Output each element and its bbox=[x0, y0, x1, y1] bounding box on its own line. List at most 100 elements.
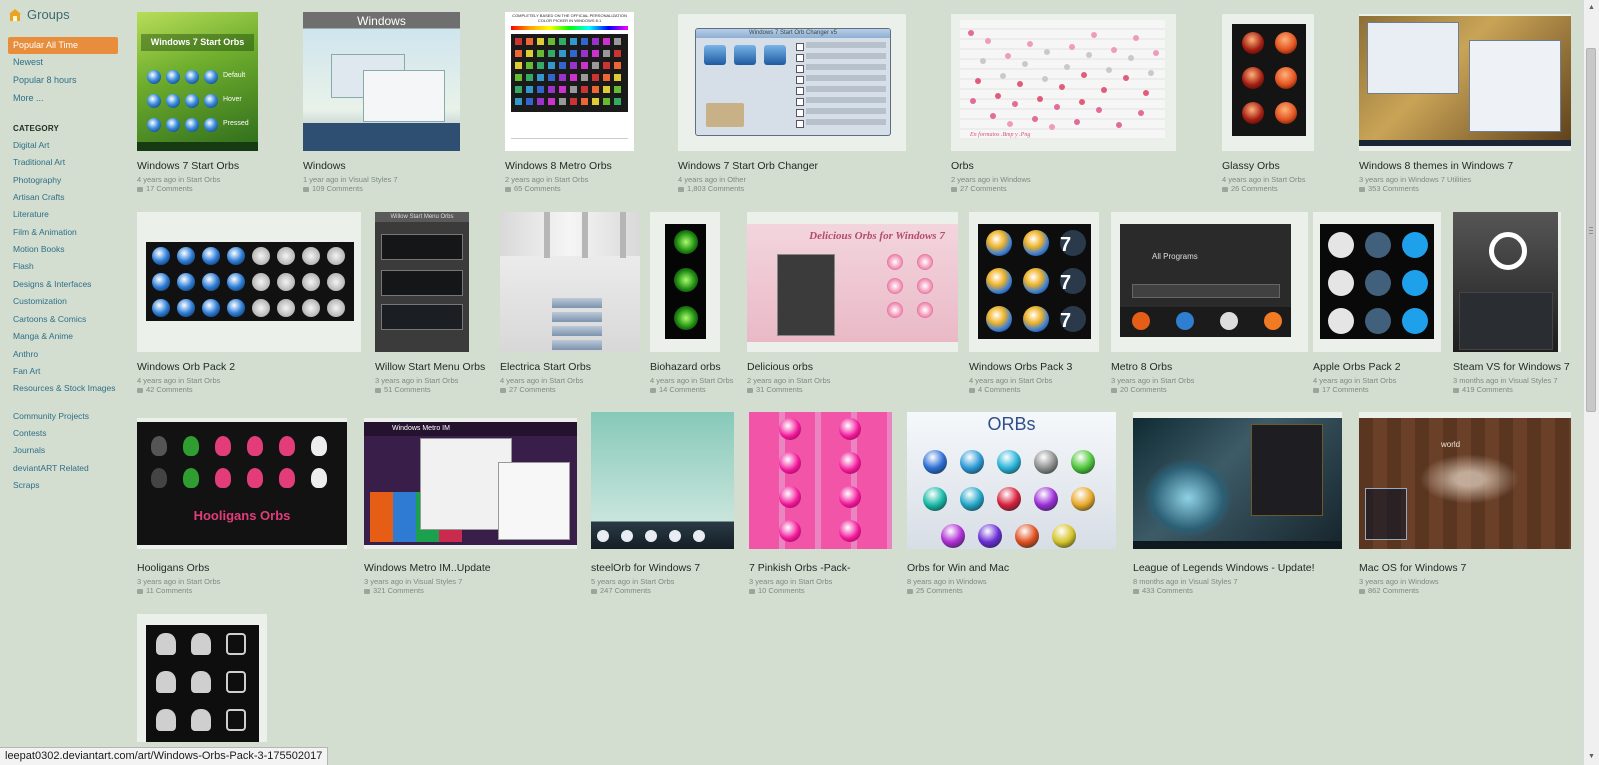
category-item[interactable]: Traditional Art bbox=[13, 157, 118, 167]
comment-count[interactable]: 14 Comments bbox=[650, 385, 706, 394]
category-item[interactable]: Digital Art bbox=[13, 140, 118, 150]
comment-count[interactable]: 10 Comments bbox=[749, 586, 805, 595]
comment-count[interactable]: 26 Comments bbox=[1222, 184, 1278, 193]
comment-count[interactable]: 31 Comments bbox=[747, 385, 803, 394]
comment-count[interactable]: 433 Comments bbox=[1133, 586, 1193, 595]
comment-count[interactable]: 25 Comments bbox=[907, 586, 963, 595]
thumbnail-image[interactable]: ORBs bbox=[907, 412, 1116, 549]
category-item[interactable]: Resources & Stock Images bbox=[13, 383, 118, 393]
category-item[interactable]: Photography bbox=[13, 175, 118, 185]
comment-count[interactable]: 1,803 Comments bbox=[678, 184, 744, 193]
category-item[interactable]: Manga & Anime bbox=[13, 331, 118, 341]
thumbnail-image[interactable]: En formatos .Bmp y .Png bbox=[960, 20, 1165, 140]
comment-count[interactable]: 353 Comments bbox=[1359, 184, 1419, 193]
item-title[interactable]: Apple Orbs Pack 2 bbox=[1313, 361, 1401, 373]
thumbnail-image[interactable]: COMPLETELY BASED ON THE OFFICIAL PERSONA… bbox=[505, 12, 634, 151]
category-item[interactable]: Designs & Interfaces bbox=[13, 279, 118, 289]
thumbnail-image[interactable] bbox=[1453, 212, 1558, 352]
thumbnail-image[interactable] bbox=[146, 242, 354, 321]
category-item[interactable]: Scraps bbox=[13, 480, 118, 490]
item-title[interactable]: steelOrb for Windows 7 bbox=[591, 562, 700, 574]
category-item[interactable]: Contests bbox=[13, 428, 118, 438]
category-item[interactable]: Fan Art bbox=[13, 366, 118, 376]
item-title[interactable]: Windows Orb Pack 2 bbox=[137, 361, 235, 373]
thumbnail-image[interactable]: All Programs bbox=[1120, 224, 1291, 337]
comment-count[interactable]: 11 Comments bbox=[137, 586, 192, 595]
comment-count[interactable]: 27 Comments bbox=[951, 184, 1007, 193]
comment-count[interactable]: 17 Comments bbox=[1313, 385, 1369, 394]
thumbnail-image[interactable]: Windows bbox=[303, 12, 460, 151]
thumbnail-image[interactable]: Delicious Orbs for Windows 7 bbox=[747, 224, 958, 342]
comment-count[interactable]: 65 Comments bbox=[505, 184, 561, 193]
item-title[interactable]: Windows 7 Start Orb Changer bbox=[678, 160, 818, 172]
category-item[interactable]: Customization bbox=[13, 296, 118, 306]
item-title[interactable]: League of Legends Windows - Update! bbox=[1133, 562, 1315, 574]
comment-count[interactable]: 17 Comments bbox=[137, 184, 193, 193]
thumbnail-image[interactable]: world bbox=[1359, 418, 1571, 549]
nav-more[interactable]: More ... bbox=[8, 90, 118, 107]
thumbnail-image[interactable]: Windows 7 Start Orbs Default Hover Pressed bbox=[137, 12, 258, 151]
thumbnail-image[interactable] bbox=[665, 224, 706, 339]
thumbnail-image[interactable] bbox=[500, 212, 640, 352]
thumbnail-image[interactable]: Willow Start Menu Orbs bbox=[375, 212, 469, 352]
item-title[interactable]: Willow Start Menu Orbs bbox=[375, 361, 485, 373]
item-meta: 4 years ago in Start Orbs bbox=[1313, 376, 1397, 385]
comment-count[interactable]: 321 Comments bbox=[364, 586, 424, 595]
thumbnail-image[interactable] bbox=[1133, 418, 1342, 549]
thumbnail-image[interactable] bbox=[146, 625, 259, 742]
item-title[interactable]: Glassy Orbs bbox=[1222, 160, 1280, 172]
category-item[interactable]: Journals bbox=[13, 445, 118, 455]
nav-popular-all-time[interactable]: Popular All Time bbox=[8, 37, 118, 54]
category-item[interactable]: deviantART Related bbox=[13, 463, 118, 473]
thumbnail-image[interactable] bbox=[1320, 224, 1434, 339]
item-title[interactable]: Electrica Start Orbs bbox=[500, 361, 591, 373]
item-title[interactable]: Windows 8 themes in Windows 7 bbox=[1359, 160, 1513, 172]
comment-count[interactable]: 419 Comments bbox=[1453, 385, 1513, 394]
category-item[interactable]: Cartoons & Comics bbox=[13, 314, 118, 324]
item-title[interactable]: Steam VS for Windows 7 bbox=[1453, 361, 1570, 373]
comment-count[interactable]: 27 Comments bbox=[500, 385, 556, 394]
item-title[interactable]: Delicious orbs bbox=[747, 361, 813, 373]
item-title[interactable]: Mac OS for Windows 7 bbox=[1359, 562, 1466, 574]
scroll-up-arrow-icon[interactable]: ▲ bbox=[1584, 0, 1599, 16]
thumbnail-image[interactable] bbox=[749, 412, 892, 549]
thumbnail-image[interactable] bbox=[591, 412, 734, 549]
category-item[interactable]: Flash bbox=[13, 261, 118, 271]
category-item[interactable]: Anthro bbox=[13, 349, 118, 359]
nav-newest[interactable]: Newest bbox=[8, 54, 118, 71]
thumbnail-image[interactable]: Windows 7 Start Orb Changer v5 bbox=[695, 28, 891, 136]
comment-count[interactable]: 42 Comments bbox=[137, 385, 193, 394]
nav-popular-8-hours[interactable]: Popular 8 hours bbox=[8, 72, 118, 89]
item-title[interactable]: 7 Pinkish Orbs -Pack- bbox=[749, 562, 851, 574]
thumbnail-image[interactable] bbox=[1232, 24, 1306, 136]
vertical-scrollbar[interactable]: ▲ ▼ bbox=[1583, 0, 1599, 765]
thumbnail-image[interactable]: Hooligans Orbs bbox=[137, 422, 347, 545]
item-title[interactable]: Windows 8 Metro Orbs bbox=[505, 160, 612, 172]
category-item[interactable]: Artisan Crafts bbox=[13, 192, 118, 202]
item-title[interactable]: Orbs for Win and Mac bbox=[907, 562, 1009, 574]
category-item[interactable]: Community Projects bbox=[13, 411, 118, 421]
scroll-down-arrow-icon[interactable]: ▼ bbox=[1584, 749, 1599, 765]
comment-count[interactable]: 247 Comments bbox=[591, 586, 651, 595]
category-item[interactable]: Motion Books bbox=[13, 244, 118, 254]
category-item[interactable]: Film & Animation bbox=[13, 227, 118, 237]
groups-header[interactable]: Groups bbox=[8, 7, 70, 22]
item-title[interactable]: Orbs bbox=[951, 160, 974, 172]
comment-count[interactable]: 20 Comments bbox=[1111, 385, 1167, 394]
comment-count[interactable]: 4 Comments bbox=[969, 385, 1021, 394]
scroll-thumb[interactable] bbox=[1586, 48, 1596, 412]
comment-count[interactable]: 862 Comments bbox=[1359, 586, 1419, 595]
thumbnail-image[interactable]: 777 bbox=[978, 224, 1091, 339]
item-title[interactable]: Windows bbox=[303, 160, 346, 172]
category-item[interactable]: Literature bbox=[13, 209, 118, 219]
item-title[interactable]: Windows Orbs Pack 3 bbox=[969, 361, 1072, 373]
item-title[interactable]: Metro 8 Orbs bbox=[1111, 361, 1172, 373]
comment-count[interactable]: 109 Comments bbox=[303, 184, 363, 193]
item-title[interactable]: Windows 7 Start Orbs bbox=[137, 160, 239, 172]
thumbnail-image[interactable]: Windows Metro IM bbox=[364, 422, 577, 545]
item-title[interactable]: Hooligans Orbs bbox=[137, 562, 209, 574]
comment-count[interactable]: 51 Comments bbox=[375, 385, 431, 394]
item-title[interactable]: Windows Metro IM..Update bbox=[364, 562, 491, 574]
thumbnail-image[interactable] bbox=[1359, 16, 1571, 146]
item-title[interactable]: Biohazard orbs bbox=[650, 361, 721, 373]
